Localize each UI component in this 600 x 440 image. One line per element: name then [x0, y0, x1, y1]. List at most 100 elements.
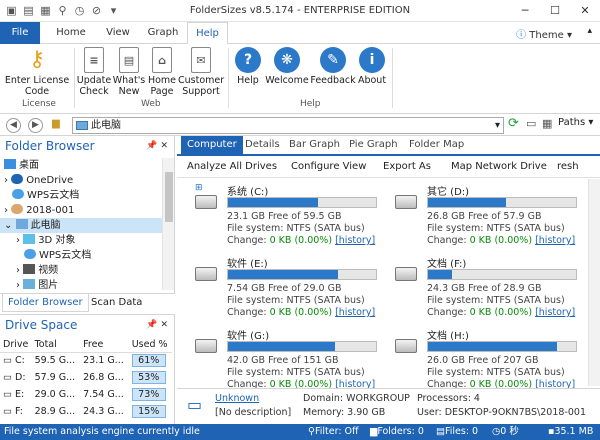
- column-header[interactable]: Used %: [128, 337, 172, 353]
- paths-menu[interactable]: Paths ▾: [558, 117, 593, 128]
- hard-drive-icon: [195, 339, 217, 353]
- drive-card[interactable]: 文档 (F:) 24.3 GB Free of 28.9 GB File syste…: [383, 255, 583, 327]
- address-bar: ◀ ▶ ▆ 此电脑 ▾ ⟳ ▭ ▦ Paths ▾: [0, 114, 600, 136]
- tab-home[interactable]: Home: [50, 22, 92, 44]
- tab-folder-browser[interactable]: Folder Browser: [2, 294, 89, 312]
- drive-usage-fill: [428, 270, 452, 279]
- drive-name: 软件 (G:): [227, 331, 270, 342]
- tab-view[interactable]: View: [98, 22, 138, 44]
- drive-filesystem: File system: NTFS (SATA bus): [227, 223, 365, 234]
- files-count: ▤ Files: 0: [436, 426, 479, 437]
- tree-item-videos[interactable]: › 视频: [0, 263, 162, 278]
- memory-usage: ▪ 35.1 MB: [548, 426, 594, 437]
- tab-folder-map[interactable]: Folder Map: [409, 136, 464, 154]
- tree-item-user[interactable]: › 2018-001: [0, 203, 162, 218]
- table-row[interactable]: ▭ D: 57.9 G... 26.8 G... 53%: [0, 369, 172, 386]
- table-row[interactable]: ▭ E: 29.0 G... 7.54 G... 73%: [0, 386, 172, 403]
- maximize-button[interactable]: ☐: [540, 0, 570, 22]
- drive-change: Change: 0 KB (0.00%) [history]: [427, 307, 576, 318]
- about-button[interactable]: i About: [356, 47, 388, 86]
- drive-card[interactable]: 软件 (E:) 7.54 GB Free of 29.0 GB File syste…: [183, 255, 383, 327]
- drive-free: 42.0 GB Free of 151 GB: [227, 355, 339, 366]
- drive-change: Change: 0 KB (0.00%) [history]: [227, 235, 376, 246]
- drives-scrollbar[interactable]: [588, 179, 600, 386]
- tab-pie-graph[interactable]: Pie Graph: [349, 136, 398, 154]
- group-label-license: License: [22, 99, 56, 109]
- refresh-icon[interactable]: ⟳: [508, 116, 519, 131]
- tab-bar-graph[interactable]: Bar Graph: [289, 136, 340, 154]
- column-header[interactable]: Drive: [0, 337, 32, 353]
- view-icon[interactable]: ▦: [542, 117, 552, 130]
- tree-item-wps-2[interactable]: WPS云文档: [0, 248, 162, 263]
- address-dropdown-icon[interactable]: ▾: [495, 118, 500, 133]
- theme-menu[interactable]: ⓘ Theme ▾: [516, 26, 572, 41]
- customer-support-button[interactable]: ✉ Customer Support: [178, 47, 224, 97]
- pin-icon[interactable]: 📌 ✕: [146, 315, 168, 335]
- map-network-drive-button[interactable]: Map Network Drive: [451, 161, 547, 172]
- drive-usage-fill: [228, 342, 335, 351]
- export-as-button[interactable]: Export As: [383, 161, 431, 172]
- feedback-button[interactable]: ✎ Feedback: [310, 47, 356, 86]
- filter-status[interactable]: ⚲ Filter: Off: [308, 424, 359, 440]
- pin-icon[interactable]: 📌 ✕: [146, 136, 168, 156]
- windows-icon: ⊞: [195, 183, 203, 193]
- tab-graph[interactable]: Graph: [142, 22, 184, 44]
- folder-browser-pane: Folder Browser 📌 ✕ 桌面 › OneDrive WPS云文档 …: [0, 136, 175, 312]
- drive-icon[interactable]: ▭: [526, 117, 536, 130]
- tree-item-desktop[interactable]: 桌面: [0, 158, 162, 173]
- refresh-button[interactable]: resh: [557, 161, 579, 172]
- enter-license-code-button[interactable]: ⚷ Enter License Code: [4, 47, 70, 97]
- home-page-button[interactable]: ⌂ Home Page: [146, 47, 178, 97]
- column-header[interactable]: Free: [80, 337, 129, 353]
- tab-details[interactable]: Details: [245, 136, 280, 154]
- whats-new-button[interactable]: ▤ What's New: [112, 47, 146, 97]
- footprints-icon: ❋: [274, 47, 300, 73]
- desktop-icon: [4, 159, 16, 169]
- up-folder-icon[interactable]: ▆: [52, 118, 60, 129]
- hard-drive-icon: [395, 339, 417, 353]
- tree-item-3d-objects[interactable]: › 3D 对象: [0, 233, 162, 248]
- tab-computer[interactable]: Computer: [181, 136, 243, 154]
- ribbon-collapse-icon[interactable]: ▴: [587, 26, 592, 36]
- table-row[interactable]: ▭ F: 28.9 G... 24.3 G... 15%: [0, 403, 172, 420]
- tree-item-this-pc[interactable]: ⌄ 此电脑: [0, 218, 162, 233]
- drive-name: 文档 (F:): [427, 259, 467, 270]
- history-link[interactable]: [history]: [335, 235, 375, 246]
- forward-button[interactable]: ▶: [28, 118, 43, 133]
- welcome-button[interactable]: ❋ Welcome: [264, 47, 310, 86]
- tree-scrollbar[interactable]: [162, 158, 174, 290]
- configure-view-button[interactable]: Configure View: [291, 161, 366, 172]
- minimize-button[interactable]: ─: [510, 0, 540, 22]
- tab-help[interactable]: Help: [187, 22, 228, 45]
- tab-file[interactable]: File: [0, 22, 40, 44]
- history-link[interactable]: [history]: [535, 235, 575, 246]
- history-link[interactable]: [history]: [335, 307, 375, 318]
- drive-free: 26.0 GB Free of 207 GB: [427, 355, 539, 366]
- title-bar: ▣ ▤ ▦ ⚲ ◷ ⊘ ▾ FolderSizes v8.5.174 - ENT…: [0, 0, 600, 22]
- history-link[interactable]: [history]: [535, 307, 575, 318]
- close-button[interactable]: ✕: [570, 0, 600, 22]
- view-tabs: Computer Details Bar Graph Pie Graph Fol…: [177, 136, 600, 156]
- tree-item-wps[interactable]: WPS云文档: [0, 188, 162, 203]
- tab-scan-data[interactable]: Scan Data: [86, 294, 147, 312]
- drive-card[interactable]: 其它 (D:) 26.8 GB Free of 57.9 GB File syste…: [383, 183, 583, 255]
- drive-filesystem: File system: NTFS (SATA bus): [227, 367, 365, 378]
- drive-grid: ⊞ 系统 (C:) 23.1 GB Free of 59.5 GB File syst…: [177, 179, 587, 390]
- info-icon: ⓘ: [516, 30, 527, 41]
- drive-card[interactable]: ⊞ 系统 (C:) 23.1 GB Free of 59.5 GB File syst…: [183, 183, 383, 255]
- computer-description: [No description]: [215, 407, 292, 418]
- analyze-all-drives-button[interactable]: Analyze All Drives: [187, 161, 277, 172]
- column-header[interactable]: Total: [31, 337, 81, 353]
- back-button[interactable]: ◀: [6, 118, 21, 133]
- computer-name-link[interactable]: Unknown: [215, 393, 259, 404]
- feedback-icon: ✎: [320, 47, 346, 73]
- update-check-button[interactable]: ≡ Update Check: [76, 47, 112, 97]
- address-input[interactable]: 此电脑 ▾: [72, 117, 504, 134]
- drive-free: 7.54 GB Free of 29.0 GB: [227, 283, 342, 294]
- update-check-icon: ≡: [84, 47, 104, 73]
- help-button[interactable]: ? Help: [232, 47, 264, 86]
- tree-item-pictures[interactable]: › 图片: [0, 278, 162, 290]
- table-row[interactable]: ▭ C: 59.5 G... 23.1 G... 61%: [0, 352, 172, 369]
- domain-label: Domain: WORKGROUP: [303, 393, 410, 404]
- tree-item-onedrive[interactable]: › OneDrive: [0, 173, 162, 188]
